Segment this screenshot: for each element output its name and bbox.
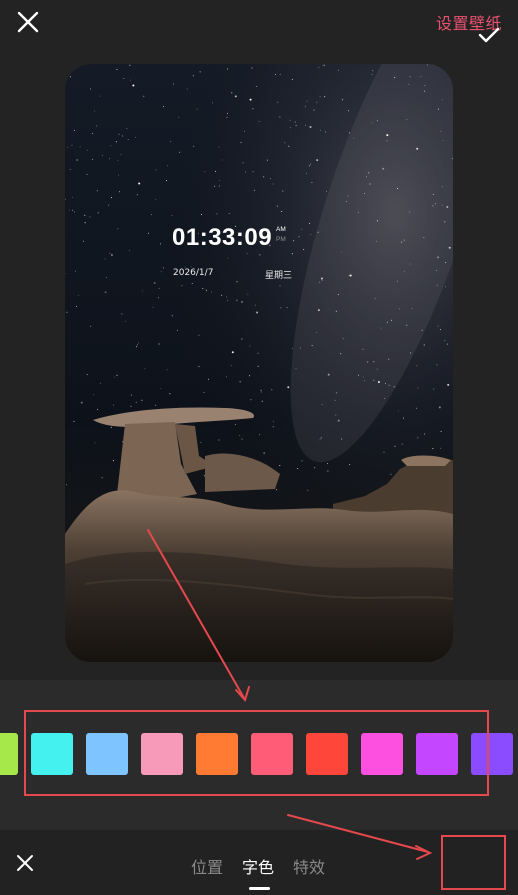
bottom-toolbar: 位置 字色 特效 <box>0 830 518 895</box>
color-swatch-light-blue[interactable] <box>86 733 128 775</box>
color-swatch-lime[interactable] <box>0 733 18 775</box>
am-label: AM <box>276 226 286 233</box>
color-swatch-cyan[interactable] <box>31 733 73 775</box>
tab-font-color[interactable]: 字色 <box>242 854 274 878</box>
close-icon[interactable] <box>14 8 42 36</box>
wallpaper-image <box>65 64 453 662</box>
wallpaper-preview: 01:33:09 AM PM 2026/1/7 星期三 <box>65 64 453 662</box>
color-swatch-violet[interactable] <box>471 733 513 775</box>
tab-position[interactable]: 位置 <box>191 854 223 878</box>
color-swatch-rose[interactable] <box>251 733 293 775</box>
close-icon[interactable] <box>14 852 36 874</box>
pm-label: PM <box>276 236 286 243</box>
color-swatch-magenta[interactable] <box>361 733 403 775</box>
lockscreen-date: 2026/1/7 星期三 <box>173 268 293 281</box>
color-swatch-orange[interactable] <box>196 733 238 775</box>
confirm-highlight-box <box>441 835 506 890</box>
check-icon[interactable] <box>477 23 501 47</box>
active-tab-indicator <box>249 887 270 890</box>
lockscreen-clock: 01:33:09 AM PM <box>172 224 286 252</box>
tab-effects[interactable]: 特效 <box>293 854 325 878</box>
color-swatch-purple[interactable] <box>416 733 458 775</box>
color-swatch-red[interactable] <box>306 733 348 775</box>
color-swatch-pink[interactable] <box>141 733 183 775</box>
clock-time: 01:33:09 <box>172 224 273 251</box>
am-pm-indicator: AM PM <box>276 225 286 245</box>
weekday-text: 星期三 <box>265 271 293 281</box>
date-text: 2026/1/7 <box>173 268 214 278</box>
color-palette <box>0 680 518 830</box>
